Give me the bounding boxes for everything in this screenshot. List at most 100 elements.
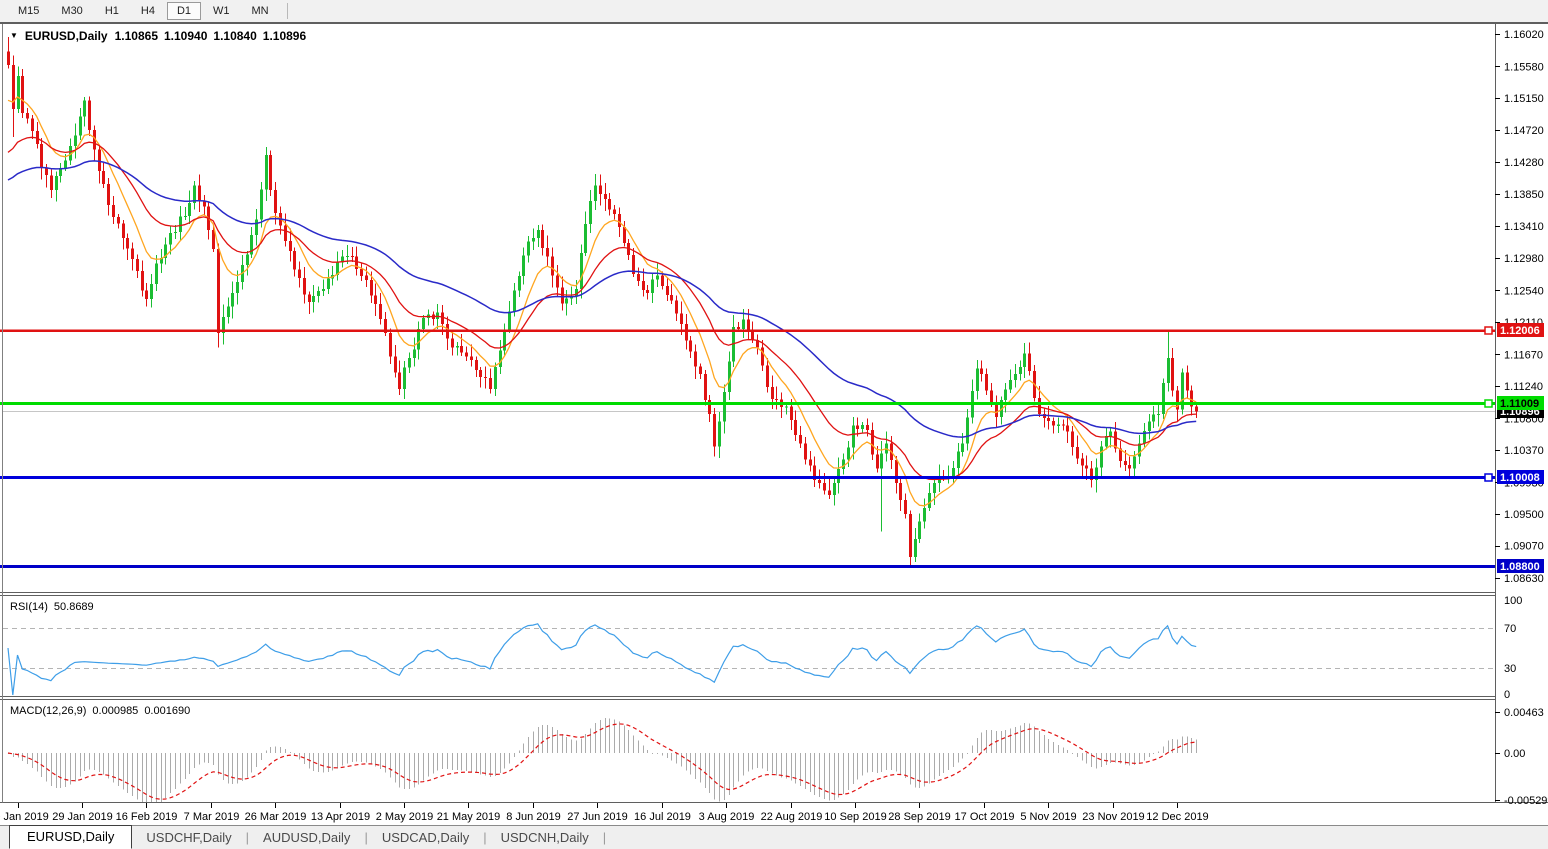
candle-body bbox=[246, 255, 249, 266]
candle-body bbox=[479, 370, 482, 377]
timeframe-button-m15[interactable]: M15 bbox=[8, 2, 49, 20]
timeframe-button-mn[interactable]: MN bbox=[242, 2, 279, 20]
rsi-value: 50.8689 bbox=[54, 601, 94, 613]
candle-body bbox=[88, 100, 91, 130]
support-line-lower-blue-badge: 1.08800 bbox=[1497, 559, 1544, 573]
candle-body bbox=[274, 190, 277, 213]
candle-body bbox=[1105, 436, 1108, 446]
candle-body bbox=[460, 346, 463, 352]
support-line-blue-handle[interactable] bbox=[1485, 474, 1492, 481]
rsi-axis-label: 70 bbox=[1504, 623, 1516, 635]
candle-body bbox=[408, 358, 411, 368]
candle-body bbox=[174, 232, 177, 233]
date-axis-label: 17 Oct 2019 bbox=[955, 811, 1015, 823]
tab-eurusd-daily[interactable]: EURUSD,Daily bbox=[9, 825, 132, 849]
candle-body bbox=[699, 367, 702, 375]
symbol-list-arrow-icon[interactable]: ▼ bbox=[10, 31, 18, 40]
candle-body bbox=[308, 295, 311, 302]
timeframe-button-h1[interactable]: H1 bbox=[95, 2, 129, 20]
resistance-line-handle[interactable] bbox=[1485, 327, 1492, 334]
candle-body bbox=[1162, 383, 1165, 414]
candle-body bbox=[723, 392, 726, 422]
candle-body bbox=[666, 286, 669, 295]
candle-body bbox=[1167, 358, 1170, 383]
timeframe-button-m30[interactable]: M30 bbox=[51, 2, 92, 20]
date-axis-label: 8 Jun 2019 bbox=[506, 811, 560, 823]
svg-text:1.10008: 1.10008 bbox=[1500, 472, 1540, 484]
low-value: 1.10840 bbox=[213, 29, 256, 43]
candle-body bbox=[876, 455, 879, 469]
candle-body bbox=[112, 205, 115, 217]
candle-body bbox=[1076, 447, 1079, 459]
candle-body bbox=[351, 256, 354, 257]
support-line-blue-badge: 1.10008 bbox=[1497, 470, 1544, 484]
rsi-name: RSI(14) bbox=[10, 601, 48, 613]
price-axis-label: 1.15150 bbox=[1504, 93, 1544, 105]
candle-body bbox=[685, 324, 688, 340]
candle-body bbox=[45, 168, 48, 175]
timeframe-button-h4[interactable]: H4 bbox=[131, 2, 165, 20]
date-axis-label: 2 May 2019 bbox=[376, 811, 433, 823]
candle-body bbox=[1004, 389, 1007, 400]
macd-indicator-label: MACD(12,26,9) 0.000985 0.001690 bbox=[10, 705, 190, 717]
candle-body bbox=[818, 480, 821, 483]
candle-body bbox=[522, 255, 525, 276]
candle-body bbox=[21, 76, 24, 113]
macd-value1: 0.000985 bbox=[92, 705, 138, 717]
candle-body bbox=[312, 296, 315, 302]
tab-audusd-daily[interactable]: AUDUSD,Daily bbox=[249, 830, 364, 845]
candle-body bbox=[604, 194, 607, 199]
candle-body bbox=[265, 155, 268, 190]
candle-body bbox=[694, 351, 697, 366]
candle-body bbox=[1081, 459, 1084, 466]
candle-body bbox=[742, 320, 745, 329]
candle-body bbox=[618, 214, 621, 227]
candle-body bbox=[823, 483, 826, 491]
candle-body bbox=[580, 253, 583, 289]
candle-body bbox=[933, 483, 936, 493]
candle-body bbox=[1019, 367, 1022, 374]
candle-body bbox=[613, 210, 616, 214]
tab-usdchf-daily[interactable]: USDCHF,Daily bbox=[132, 830, 245, 845]
candle-body bbox=[775, 399, 778, 400]
tab-usdcad-daily[interactable]: USDCAD,Daily bbox=[368, 830, 483, 845]
candle-body bbox=[322, 289, 325, 291]
candle-body bbox=[623, 227, 626, 243]
macd-axis-label: 0.00 bbox=[1504, 748, 1525, 760]
timeframe-button-w1[interactable]: W1 bbox=[203, 2, 240, 20]
macd-axis-label: -0.005299 bbox=[1504, 795, 1548, 807]
candle-body bbox=[227, 307, 230, 318]
candle-body bbox=[556, 276, 559, 288]
candle-body bbox=[880, 454, 883, 469]
svg-text:1.12006: 1.12006 bbox=[1500, 325, 1540, 337]
candle-body bbox=[7, 52, 10, 65]
candle-body bbox=[1124, 461, 1127, 465]
tab-usdcnh-daily[interactable]: USDCNH,Daily bbox=[487, 830, 603, 845]
candle-body bbox=[914, 539, 917, 557]
candle-body bbox=[494, 367, 497, 389]
chart-header: ▼ EURUSD,Daily 1.10865 1.10940 1.10840 1… bbox=[10, 29, 306, 43]
candle-body bbox=[737, 327, 740, 329]
candle-body bbox=[255, 220, 258, 236]
price-axis-label: 1.14280 bbox=[1504, 157, 1544, 169]
candle-body bbox=[651, 280, 654, 294]
candle-body bbox=[1100, 446, 1103, 467]
candle-body bbox=[184, 216, 187, 217]
candle-body bbox=[518, 276, 521, 290]
candle-body bbox=[952, 468, 955, 476]
candle-body bbox=[1014, 374, 1017, 380]
support-line-green-handle[interactable] bbox=[1485, 400, 1492, 407]
candle-body bbox=[961, 443, 964, 451]
candle-body bbox=[26, 113, 29, 119]
candle-body bbox=[1009, 380, 1012, 389]
date-axis-label: 10 Sep 2019 bbox=[824, 811, 886, 823]
candle-body bbox=[527, 242, 530, 256]
candle-body bbox=[413, 349, 416, 358]
candle-body bbox=[327, 278, 330, 289]
candle-body bbox=[1148, 421, 1151, 431]
candle-body bbox=[456, 346, 459, 348]
candle-body bbox=[546, 248, 549, 257]
timeframe-button-d1[interactable]: D1 bbox=[167, 2, 201, 20]
candle-body bbox=[561, 287, 564, 303]
date-axis-label: 21 May 2019 bbox=[437, 811, 501, 823]
